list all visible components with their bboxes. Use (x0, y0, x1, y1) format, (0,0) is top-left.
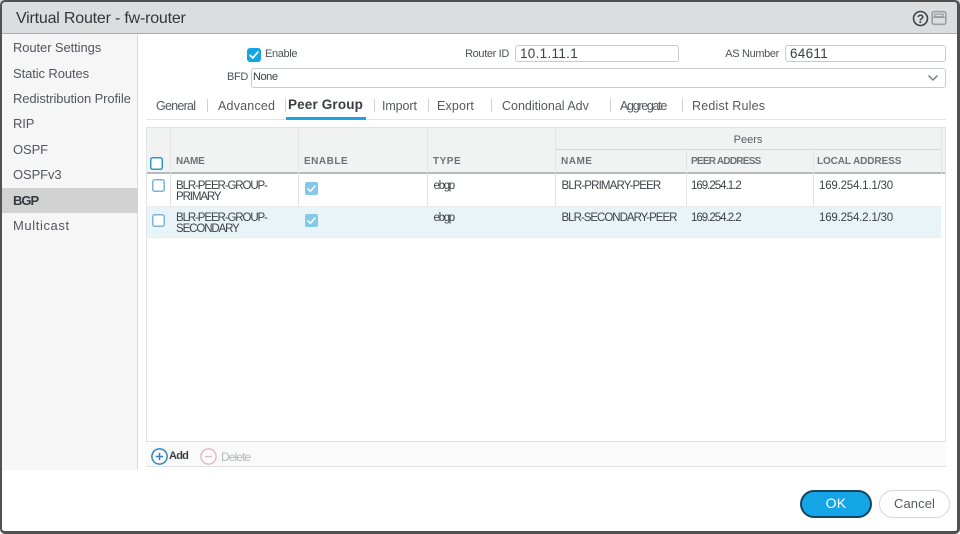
svg-text:?: ? (917, 12, 924, 26)
